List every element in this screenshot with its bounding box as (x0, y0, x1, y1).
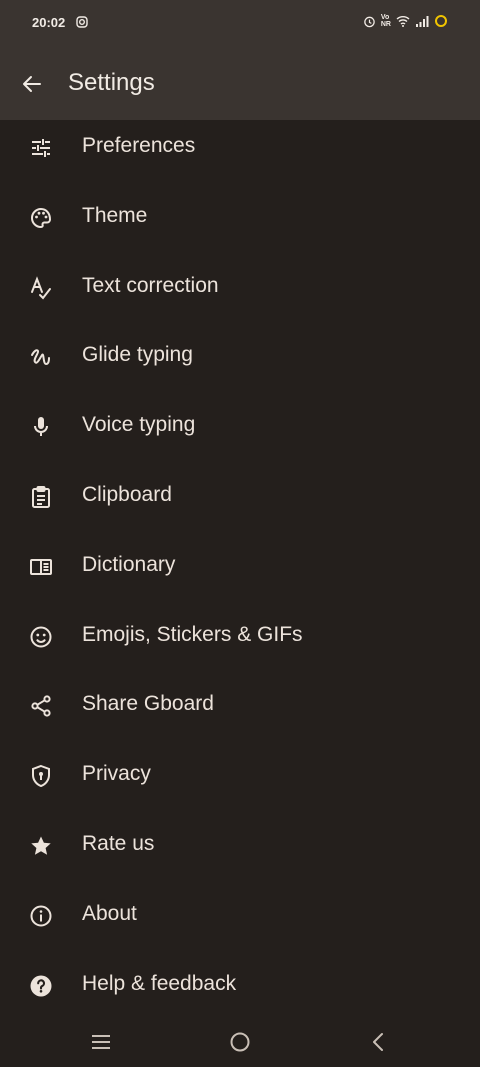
arrow-back-icon[interactable] (20, 72, 44, 96)
settings-item-help-feedback[interactable]: Help & feedback (0, 951, 480, 1021)
navigation-bar (0, 1018, 480, 1067)
settings-item-rate-us[interactable]: Rate us (0, 811, 480, 881)
star-icon (29, 834, 53, 858)
settings-item-theme[interactable]: Theme (0, 183, 480, 253)
settings-item-preferences[interactable]: Preferences (0, 113, 480, 183)
settings-item-glide-typing[interactable]: Glide typing (0, 322, 480, 392)
status-bar: 20:02 Vo NR (0, 0, 480, 48)
clipboard-icon (29, 485, 53, 509)
signal-icon (415, 15, 429, 27)
wifi-icon (396, 15, 410, 27)
gesture-icon (29, 345, 53, 369)
status-time: 20:02 (32, 15, 66, 30)
settings-item-share-gboard[interactable]: Share Gboard (0, 671, 480, 741)
settings-item-voice-typing[interactable]: Voice typing (0, 392, 480, 462)
settings-item-label: Rate us (82, 831, 155, 855)
microphone-icon (29, 415, 53, 439)
battery-saver-icon (434, 14, 448, 28)
settings-item-label: Help & feedback (82, 971, 237, 995)
status-icons: Vo NR (363, 14, 448, 28)
settings-item-label: About (82, 901, 137, 925)
settings-item-text-correction[interactable]: Text correction (0, 253, 480, 323)
settings-item-label: Voice typing (82, 413, 196, 437)
info-icon (29, 904, 53, 928)
settings-item-label: Emojis, Stickers & GIFs (82, 622, 303, 646)
settings-item-label: Text correction (82, 273, 219, 297)
tune-icon (29, 136, 53, 160)
settings-item-label: Theme (82, 203, 148, 227)
settings-item-privacy[interactable]: Privacy (0, 741, 480, 811)
settings-item-label: Dictionary (82, 552, 176, 576)
alarm-icon (363, 15, 376, 28)
settings-item-label: Clipboard (82, 482, 172, 506)
emoji-icon (29, 625, 53, 649)
dictionary-icon (29, 555, 53, 579)
settings-item-clipboard[interactable]: Clipboard (0, 462, 480, 532)
volte-icon: Vo NR (380, 14, 391, 28)
settings-item-emojis[interactable]: Emojis, Stickers & GIFs (0, 602, 480, 672)
spellcheck-icon (29, 275, 53, 300)
settings-item-about[interactable]: About (0, 881, 480, 951)
settings-list: Preferences Theme Text correction Glide … (0, 113, 480, 1020)
settings-item-label: Preferences (82, 134, 196, 157)
settings-item-dictionary[interactable]: Dictionary (0, 532, 480, 602)
palette-icon (29, 206, 53, 230)
back-icon[interactable] (366, 1030, 390, 1054)
settings-item-label: Share Gboard (82, 692, 214, 716)
page-title: Settings (68, 69, 155, 96)
settings-item-label: Privacy (82, 762, 151, 786)
share-icon (29, 694, 53, 718)
settings-item-label: Glide typing (82, 343, 193, 367)
shield-icon (29, 764, 53, 788)
help-icon (29, 974, 53, 998)
menu-icon[interactable] (89, 1030, 113, 1054)
home-icon[interactable] (228, 1030, 252, 1054)
instagram-icon (76, 16, 88, 28)
app-bar: Settings (0, 48, 480, 120)
